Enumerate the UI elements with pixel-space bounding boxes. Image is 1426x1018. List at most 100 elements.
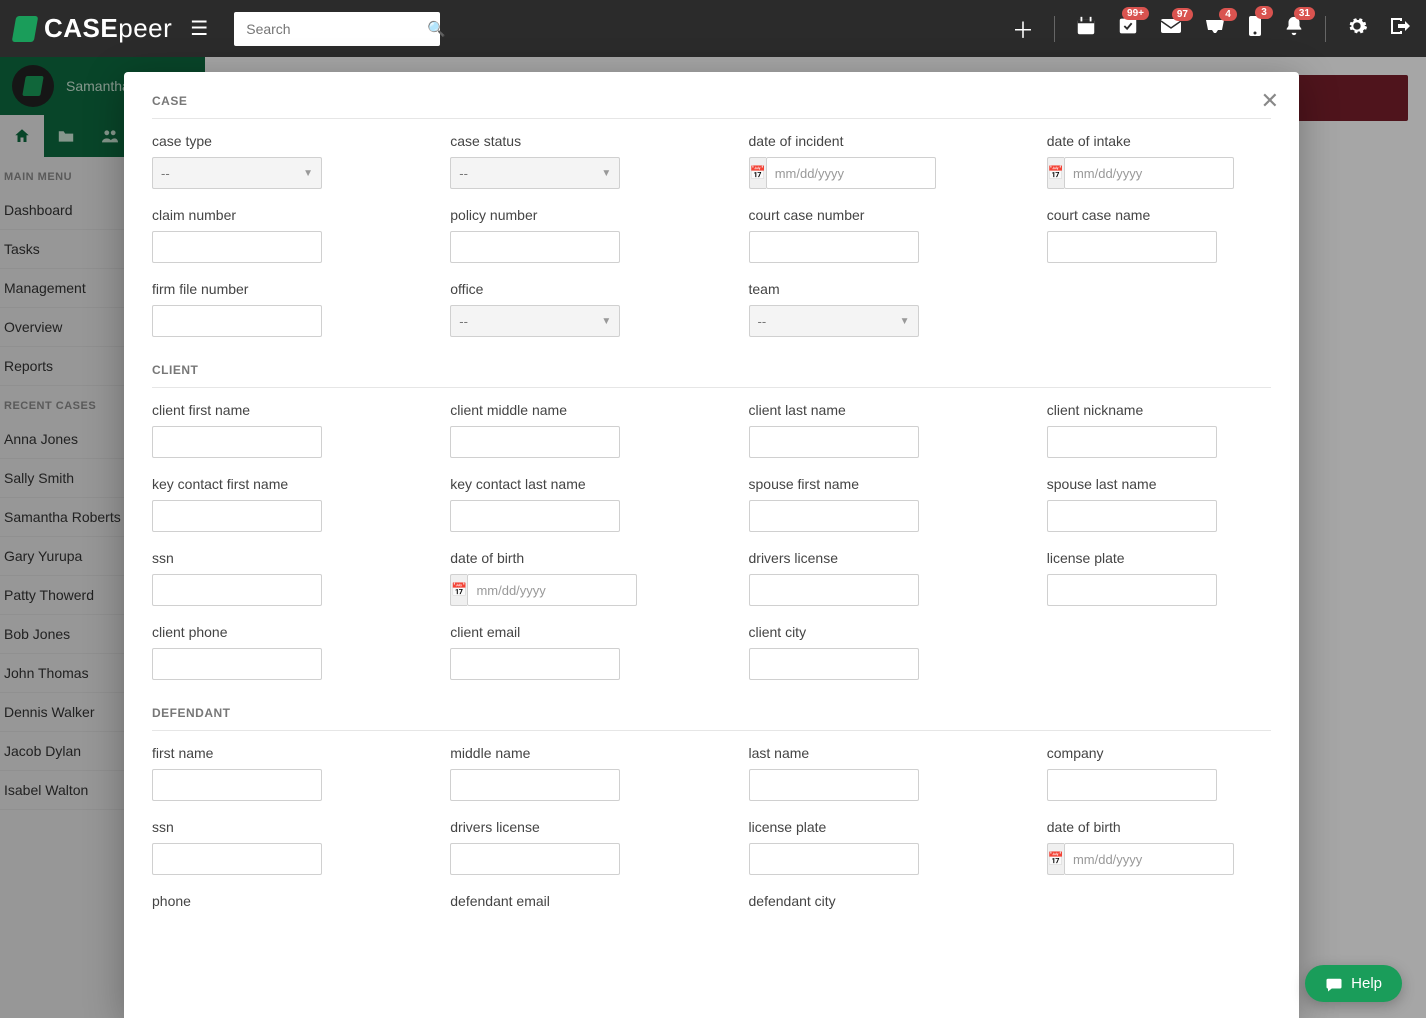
mobile-badge: 3: [1255, 6, 1273, 19]
chevron-down-icon: ▼: [303, 168, 313, 179]
chat-icon: [1325, 976, 1343, 992]
claim-number-input[interactable]: [152, 231, 322, 263]
label: spouse last name: [1047, 476, 1271, 492]
separator: [1325, 16, 1326, 42]
court-case-number-input[interactable]: [749, 231, 919, 263]
label: middle name: [450, 745, 674, 761]
label: date of incident: [749, 133, 973, 149]
label: license plate: [1047, 550, 1271, 566]
label: defendant city: [749, 893, 973, 909]
office-select[interactable]: --▼: [450, 305, 620, 337]
client-ssn-input[interactable]: [152, 574, 322, 606]
label: first name: [152, 745, 376, 761]
defendant-last-name-input[interactable]: [749, 769, 919, 801]
date-input[interactable]: [467, 574, 637, 606]
field-team: team --▼: [749, 281, 973, 337]
label: defendant email: [450, 893, 674, 909]
calendar-icon[interactable]: 📅: [1047, 157, 1064, 189]
client-first-name-input[interactable]: [152, 426, 322, 458]
select-value: --: [758, 314, 767, 329]
close-icon[interactable]: ✕: [1261, 88, 1279, 114]
field-firm-file-number: firm file number: [152, 281, 376, 337]
defendant-first-name-input[interactable]: [152, 769, 322, 801]
label: company: [1047, 745, 1271, 761]
brand-text-bold: CASE: [44, 13, 118, 43]
label: date of birth: [1047, 819, 1271, 835]
tasks-icon[interactable]: 99+: [1117, 15, 1139, 43]
client-dob-input[interactable]: 📅: [450, 574, 620, 606]
field-date-of-intake: date of intake 📅: [1047, 133, 1271, 189]
menu-toggle[interactable]: ☰: [186, 16, 212, 41]
calendar-icon[interactable]: 📅: [450, 574, 467, 606]
date-input[interactable]: [766, 157, 936, 189]
search-icon[interactable]: 🔍: [427, 20, 446, 38]
defendant-drivers-license-input[interactable]: [450, 843, 620, 875]
key-contact-first-name-input[interactable]: [152, 500, 322, 532]
label: client last name: [749, 402, 973, 418]
field-court-case-name: court case name: [1047, 207, 1271, 263]
bell-icon[interactable]: 31: [1283, 15, 1305, 43]
select-value: --: [161, 166, 170, 181]
calendar-icon[interactable]: [1075, 15, 1097, 43]
gear-icon[interactable]: [1346, 15, 1368, 43]
date-of-intake-input[interactable]: 📅: [1047, 157, 1217, 189]
label: office: [450, 281, 674, 297]
client-middle-name-input[interactable]: [450, 426, 620, 458]
inbox-icon[interactable]: 4: [1203, 16, 1227, 42]
section-defendant: DEFENDANT first name middle name last na…: [152, 706, 1271, 917]
case-status-select[interactable]: --▼: [450, 157, 620, 189]
client-email-input[interactable]: [450, 648, 620, 680]
case-type-select[interactable]: -- ▼: [152, 157, 322, 189]
field-date-of-incident: date of incident 📅: [749, 133, 973, 189]
help-button[interactable]: Help: [1305, 965, 1402, 1002]
select-value: --: [459, 314, 468, 329]
client-license-plate-input[interactable]: [1047, 574, 1217, 606]
brand-text-light: peer: [118, 13, 172, 43]
label: ssn: [152, 819, 376, 835]
court-case-name-input[interactable]: [1047, 231, 1217, 263]
spouse-last-name-input[interactable]: [1047, 500, 1217, 532]
policy-number-input[interactable]: [450, 231, 620, 263]
defendant-ssn-input[interactable]: [152, 843, 322, 875]
defendant-dob-input[interactable]: 📅: [1047, 843, 1217, 875]
client-nickname-input[interactable]: [1047, 426, 1217, 458]
label: last name: [749, 745, 973, 761]
defendant-license-plate-input[interactable]: [749, 843, 919, 875]
calendar-icon[interactable]: 📅: [1047, 843, 1064, 875]
label: date of intake: [1047, 133, 1271, 149]
label: client nickname: [1047, 402, 1271, 418]
defendant-middle-name-input[interactable]: [450, 769, 620, 801]
add-icon[interactable]: ＋: [1012, 13, 1034, 45]
mail-icon[interactable]: 97: [1159, 16, 1183, 42]
search-input[interactable]: [246, 21, 427, 37]
field-court-case-number: court case number: [749, 207, 973, 263]
topbar: CASEpeer ☰ 🔍 ＋ 99+ 97 4 3 31: [0, 0, 1426, 57]
firm-file-number-input[interactable]: [152, 305, 322, 337]
chevron-down-icon: ▼: [900, 316, 910, 327]
date-input[interactable]: [1064, 157, 1234, 189]
defendant-company-input[interactable]: [1047, 769, 1217, 801]
calendar-icon[interactable]: 📅: [749, 157, 766, 189]
label: client middle name: [450, 402, 674, 418]
client-phone-input[interactable]: [152, 648, 322, 680]
mobile-icon[interactable]: 3: [1247, 14, 1263, 44]
search-box[interactable]: 🔍: [234, 12, 440, 46]
client-drivers-license-input[interactable]: [749, 574, 919, 606]
chevron-down-icon: ▼: [601, 168, 611, 179]
date-of-incident-input[interactable]: 📅: [749, 157, 919, 189]
key-contact-last-name-input[interactable]: [450, 500, 620, 532]
label: client phone: [152, 624, 376, 640]
section-title-case: CASE: [152, 94, 1271, 119]
label: client email: [450, 624, 674, 640]
client-city-input[interactable]: [749, 648, 919, 680]
date-input[interactable]: [1064, 843, 1234, 875]
label: policy number: [450, 207, 674, 223]
team-select[interactable]: -- ▼: [749, 305, 919, 337]
inbox-badge: 4: [1219, 8, 1237, 21]
client-last-name-input[interactable]: [749, 426, 919, 458]
spouse-first-name-input[interactable]: [749, 500, 919, 532]
label: case status: [450, 133, 674, 149]
label: claim number: [152, 207, 376, 223]
label: key contact first name: [152, 476, 376, 492]
logout-icon[interactable]: [1388, 15, 1412, 43]
